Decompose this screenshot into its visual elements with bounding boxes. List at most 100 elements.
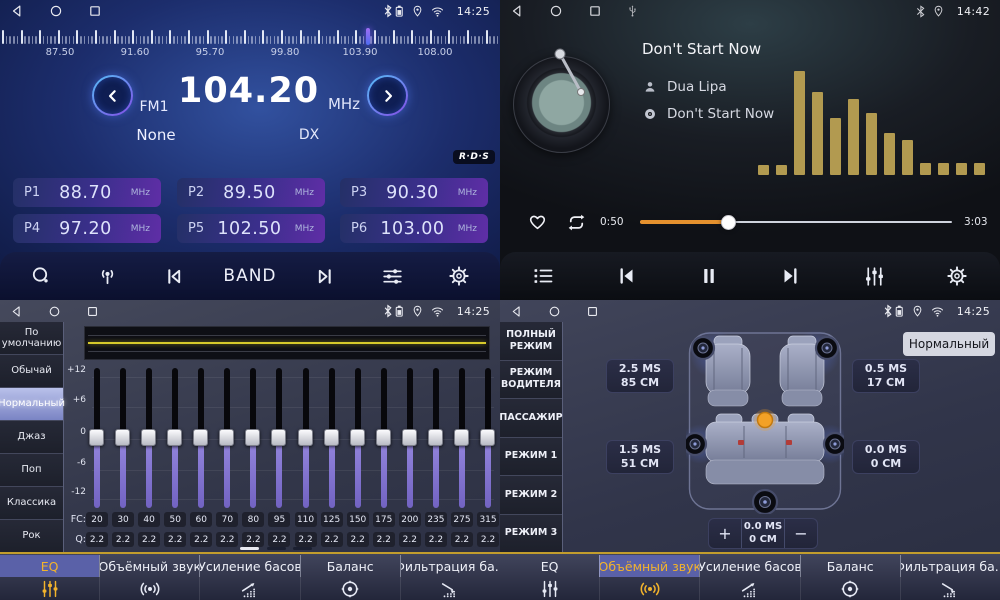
mode-full[interactable]: ПОЛНЫЙ РЕЖИМ [500, 322, 562, 361]
eq-preset-pop[interactable]: Поп [0, 454, 63, 487]
nav-back-button[interactable] [10, 305, 23, 318]
delay-rear-left[interactable]: 1.5 MS 51 CM [606, 440, 674, 474]
mode-driver[interactable]: РЕЖИМ ВОДИТЕЛЯ [500, 361, 562, 400]
preset-button-4[interactable]: P497.20MHz [13, 214, 161, 243]
eq-band-slider[interactable] [115, 368, 132, 508]
surround-tab-icon[interactable] [99, 577, 199, 600]
eq-button[interactable] [857, 259, 891, 293]
eq-preset-rock[interactable]: Рок [0, 520, 63, 552]
nav-home-button[interactable] [548, 305, 561, 318]
progress-bar[interactable] [640, 221, 952, 223]
eq-band-slider[interactable] [427, 368, 444, 508]
preset-button-1[interactable]: P188.70MHz [13, 178, 161, 207]
favorite-button[interactable] [526, 210, 549, 236]
nav-back-icon [10, 305, 23, 318]
eq-band-slider[interactable] [167, 368, 184, 508]
preset-button-2[interactable]: P289.50MHz [177, 178, 325, 207]
mode-1[interactable]: РЕЖИМ 1 [500, 438, 562, 477]
previous-track-button[interactable] [609, 259, 643, 293]
fc-value: 40 [138, 512, 160, 527]
mode-3[interactable]: РЕЖИМ 3 [500, 515, 562, 553]
tab-filter[interactable]: Фильтрация ба... [900, 555, 1000, 577]
nav-home-button[interactable] [48, 305, 61, 318]
eq-band-slider[interactable] [349, 368, 366, 508]
next-track-button[interactable] [774, 259, 808, 293]
tab-bass-boost[interactable]: Усиление басов [699, 555, 799, 577]
preset-button-3[interactable]: P390.30MHz [340, 178, 488, 207]
bass-boost-tab-icon[interactable] [199, 577, 299, 600]
tab-eq[interactable]: EQ [500, 555, 599, 577]
eq-band-slider[interactable] [219, 368, 236, 508]
filter-tab-icon[interactable] [400, 577, 500, 600]
eq-band-slider[interactable] [453, 368, 470, 508]
nav-home-button[interactable] [549, 4, 563, 18]
next-button[interactable] [309, 259, 343, 293]
tab-balance[interactable]: Баланс [300, 555, 400, 577]
eq-preset-classic[interactable]: Классика [0, 487, 63, 520]
eq-band-slider[interactable] [375, 368, 392, 508]
broadcast-icon [95, 264, 120, 289]
pause-button[interactable] [692, 259, 726, 293]
balance-tab-icon[interactable] [300, 577, 400, 600]
nav-home-button[interactable] [49, 4, 63, 18]
scan-button[interactable] [24, 259, 58, 293]
nav-recents-button[interactable] [88, 4, 102, 18]
settings-button[interactable] [442, 259, 476, 293]
normal-preset-button[interactable]: Нормальный [903, 332, 995, 356]
tab-surround[interactable]: Объёмный звук [599, 555, 699, 577]
filter-tab-icon[interactable] [900, 577, 1000, 600]
nav-recents-button[interactable] [86, 305, 99, 318]
eq-band-slider[interactable] [297, 368, 314, 508]
fc-value: 60 [190, 512, 212, 527]
repeat-button[interactable] [564, 210, 589, 238]
nav-back-button[interactable] [510, 4, 524, 18]
tab-surround[interactable]: Объёмный звук [99, 555, 199, 577]
eq-band-slider[interactable] [141, 368, 158, 508]
eq-band-slider[interactable] [245, 368, 262, 508]
frequency-ruler[interactable]: 87.50 91.60 95.70 99.80 103.90 108.00 [0, 20, 500, 62]
nav-recents-button[interactable] [586, 305, 599, 318]
tab-filter[interactable]: Фильтрация ба... [400, 555, 500, 577]
tab-bass-boost[interactable]: Усиление басов [199, 555, 299, 577]
bass-boost-tab-icon[interactable] [699, 577, 799, 600]
nav-recents-button[interactable] [588, 4, 602, 18]
settings-button[interactable] [940, 259, 974, 293]
progress-thumb[interactable] [721, 215, 736, 230]
preset-frequency: 88.70 [40, 183, 131, 203]
tune-down-button[interactable] [92, 75, 133, 116]
eq-band-slider[interactable] [323, 368, 340, 508]
eq-tab-icon[interactable] [500, 577, 599, 600]
mode-2[interactable]: РЕЖИМ 2 [500, 476, 562, 515]
stereo-broadcast-button[interactable] [90, 259, 124, 293]
eq-preset-default[interactable]: По умолчанию [0, 322, 63, 355]
equalizer-button[interactable] [375, 259, 409, 293]
eq-band-slider[interactable] [271, 368, 288, 508]
delay-minus-button[interactable]: − [785, 519, 817, 548]
band-button[interactable]: BAND [223, 259, 276, 293]
previous-button[interactable] [157, 259, 191, 293]
preset-button-5[interactable]: P5102.50MHz [177, 214, 325, 243]
tune-up-button[interactable] [367, 75, 408, 116]
balance-tab-icon[interactable] [800, 577, 900, 600]
nav-back-button[interactable] [10, 4, 24, 18]
surround-tab-icon[interactable] [599, 577, 699, 600]
playlist-button[interactable] [526, 259, 560, 293]
delay-front-left[interactable]: 2.5 MS 85 CM [606, 359, 674, 393]
nav-recents-icon [86, 305, 99, 318]
eq-band-slider[interactable] [480, 368, 497, 508]
nav-back-button[interactable] [510, 305, 523, 318]
eq-preset-normal[interactable]: Нормальный [0, 388, 63, 421]
mode-passenger[interactable]: ПАССАЖИР [500, 399, 562, 438]
tab-eq[interactable]: EQ [0, 555, 99, 577]
eq-band-slider[interactable] [401, 368, 418, 508]
eq-band-slider[interactable] [89, 368, 106, 508]
delay-front-right[interactable]: 0.5 MS 17 CM [852, 359, 920, 393]
eq-band-slider[interactable] [193, 368, 210, 508]
preset-button-6[interactable]: P6103.00MHz [340, 214, 488, 243]
eq-preset-jazz[interactable]: Джаз [0, 421, 63, 454]
tab-balance[interactable]: Баланс [800, 555, 900, 577]
delay-rear-right[interactable]: 0.0 MS 0 CM [852, 440, 920, 474]
eq-preset-custom[interactable]: Обычай [0, 355, 63, 388]
delay-plus-button[interactable]: + [709, 519, 741, 548]
eq-tab-icon[interactable] [0, 577, 99, 600]
